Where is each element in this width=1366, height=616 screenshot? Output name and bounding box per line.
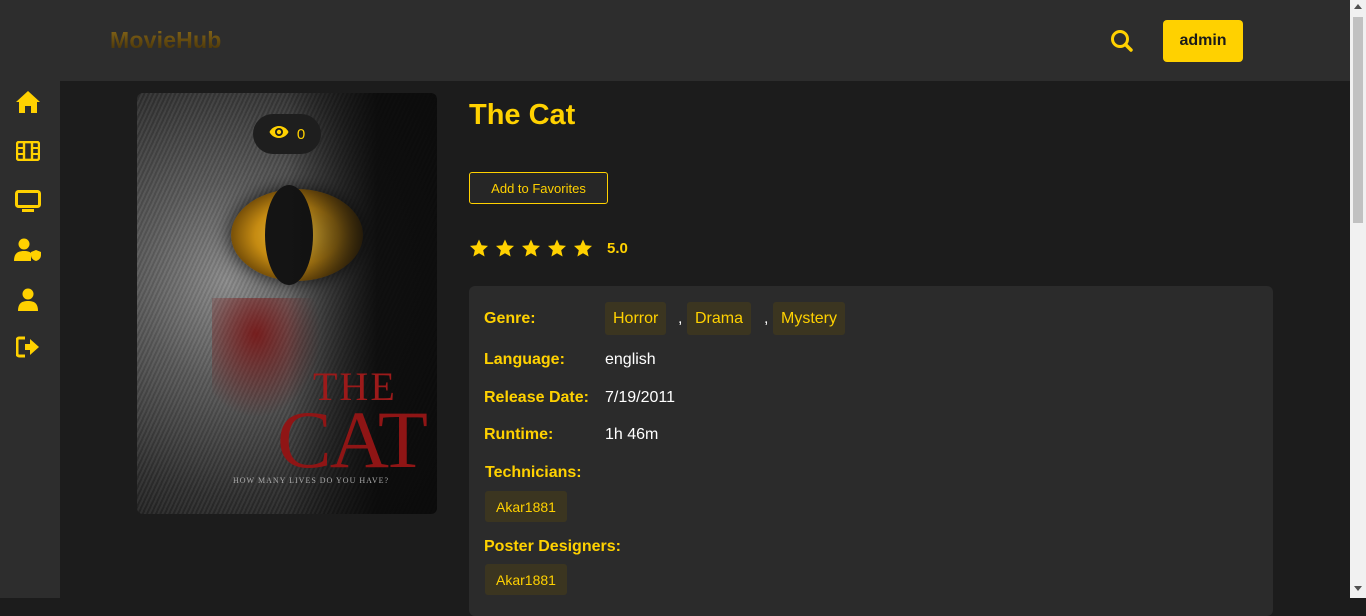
logout-icon[interactable] <box>14 333 42 361</box>
site-logo[interactable]: MovieHub <box>110 27 222 54</box>
technicians-label: Technicians: <box>485 464 582 481</box>
runtime-label: Runtime: <box>484 426 554 443</box>
eye-icon <box>269 125 289 143</box>
movie-poster: THE CAT HOW MANY LIVES DO YOU HAVE? <box>137 93 437 514</box>
language-label: Language: <box>484 351 565 368</box>
genre-tag-mystery[interactable]: Mystery <box>773 302 845 335</box>
top-navbar: MovieHub admin <box>0 0 1350 81</box>
scroll-down-arrow-icon[interactable] <box>1354 586 1362 591</box>
scroll-up-arrow-icon[interactable] <box>1354 4 1362 9</box>
view-count: 0 <box>296 125 306 143</box>
search-icon[interactable] <box>1108 27 1136 55</box>
genre-separator: , <box>764 310 769 327</box>
language-value: english <box>605 351 656 368</box>
poster-title-line2: CAT <box>277 394 428 485</box>
poster-designer-tag[interactable]: Akar1881 <box>485 564 567 595</box>
home-icon[interactable] <box>14 88 42 116</box>
genre-tag-drama[interactable]: Drama <box>687 302 752 335</box>
star-icon <box>522 239 540 257</box>
tv-icon[interactable] <box>14 187 42 215</box>
add-to-favorites-button[interactable]: Add to Favorites <box>469 172 608 204</box>
rating-value: 5.0 <box>607 240 628 257</box>
technician-tag[interactable]: Akar1881 <box>485 491 567 522</box>
view-count-badge: 0 <box>253 114 321 154</box>
scroll-thumb[interactable] <box>1353 17 1363 223</box>
release-date-label: Release Date: <box>484 389 589 406</box>
user-icon[interactable] <box>14 286 42 314</box>
user-shield-icon[interactable] <box>14 236 42 264</box>
star-icon <box>496 239 514 257</box>
genre-separator: , <box>678 310 683 327</box>
admin-user-button[interactable]: admin <box>1163 20 1243 62</box>
runtime-value: 1h 46m <box>605 426 659 443</box>
movie-title: The Cat <box>469 99 576 131</box>
poster-designers-label: Poster Designers: <box>484 538 621 555</box>
page-scrollbar[interactable] <box>1350 0 1366 598</box>
star-icon <box>470 239 488 257</box>
poster-tagline: HOW MANY LIVES DO YOU HAVE? <box>233 476 390 485</box>
film-icon[interactable] <box>14 137 42 165</box>
genre-label: Genre: <box>484 310 536 327</box>
movie-details-panel: Genre: Horror , Drama , Mystery Language… <box>469 286 1273 616</box>
sidebar <box>0 81 60 598</box>
star-icon <box>548 239 566 257</box>
star-rating <box>469 239 593 258</box>
genre-tag-horror[interactable]: Horror <box>605 302 667 335</box>
star-icon <box>574 239 592 257</box>
release-date-value: 7/19/2011 <box>605 389 675 406</box>
